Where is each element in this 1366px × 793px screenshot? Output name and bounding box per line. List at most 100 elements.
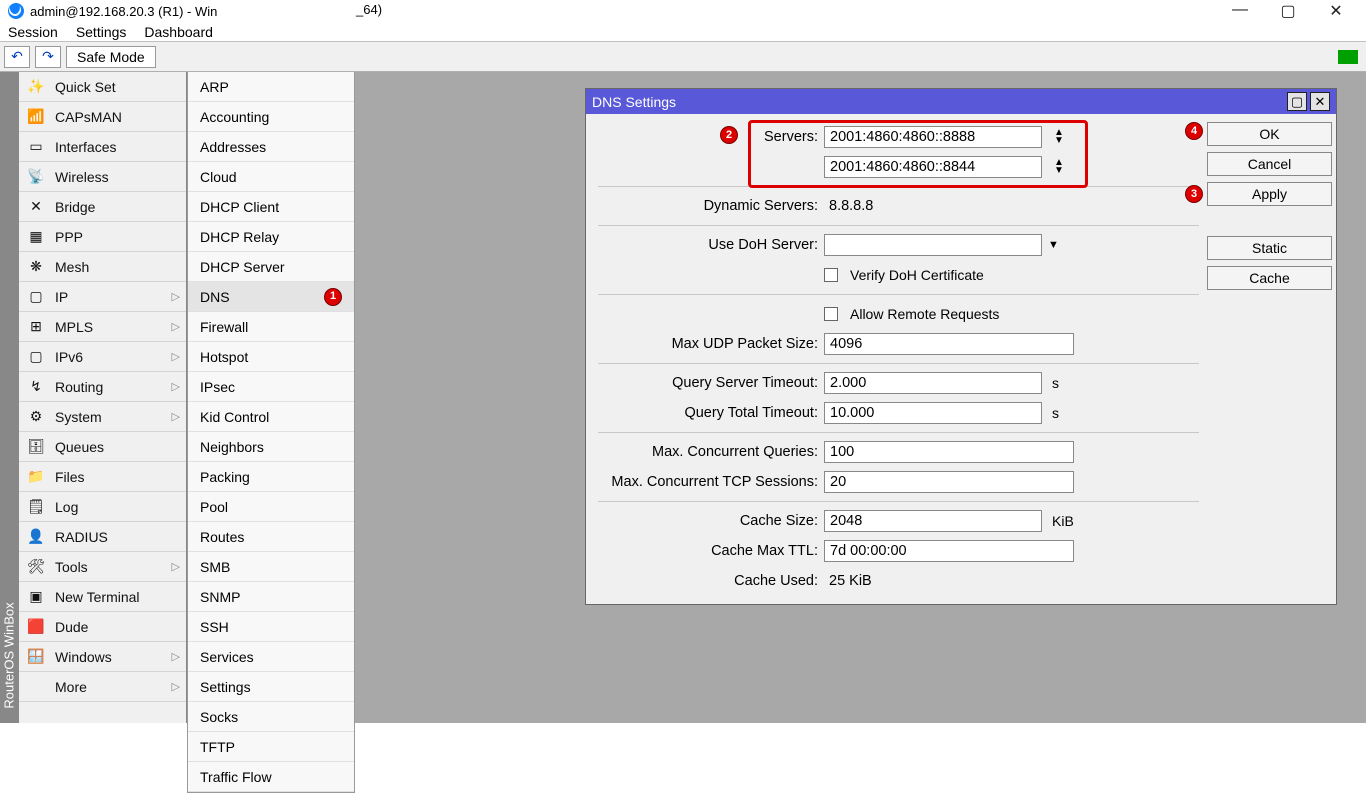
maximize-button[interactable]: ▢ [1276, 1, 1300, 21]
close-button[interactable]: ✕ [1324, 1, 1348, 21]
sidebar-item-bridge[interactable]: ✕Bridge [19, 192, 186, 222]
submenu-item-ssh[interactable]: SSH [188, 612, 354, 642]
sidebar-icon: ▢ [25, 288, 47, 306]
sidebar-item-log[interactable]: 🗒Log [19, 492, 186, 522]
submenu-item-hotspot[interactable]: Hotspot [188, 342, 354, 372]
submenu-item-dhcp-relay[interactable]: DHCP Relay [188, 222, 354, 252]
sidebar-item-label: More [55, 679, 87, 695]
qsrv-label: Query Server Timeout: [598, 375, 818, 391]
sidebar-item-windows[interactable]: 🪟Windows▷ [19, 642, 186, 672]
doh-dropdown-icon[interactable]: ▼ [1048, 239, 1059, 251]
submenu-item-dns[interactable]: DNS1 [188, 282, 354, 312]
sidebar-item-dude[interactable]: 🟥Dude [19, 612, 186, 642]
safe-mode-button[interactable]: Safe Mode [66, 46, 156, 68]
submenu-item-cloud[interactable]: Cloud [188, 162, 354, 192]
submenu-item-label: TFTP [200, 739, 235, 755]
submenu-item-label: Pool [200, 499, 228, 515]
doh-input[interactable] [824, 234, 1042, 256]
apply-button[interactable]: Apply [1207, 182, 1332, 206]
udp-input[interactable] [824, 333, 1074, 355]
dns-titlebar-close-icon[interactable]: ✕ [1310, 92, 1330, 111]
minimize-button[interactable]: — [1228, 1, 1252, 21]
sidebar-item-new-terminal[interactable]: ▣New Terminal [19, 582, 186, 612]
static-button[interactable]: Static [1207, 236, 1332, 260]
submenu-item-dhcp-client[interactable]: DHCP Client [188, 192, 354, 222]
sidebar-item-files[interactable]: 📁Files [19, 462, 186, 492]
sidebar-item-label: Windows [55, 649, 112, 665]
submenu-item-tftp[interactable]: TFTP [188, 732, 354, 762]
mct-input[interactable] [824, 471, 1074, 493]
sidebar-item-label: Routing [55, 379, 103, 395]
menu-dashboard[interactable]: Dashboard [144, 24, 213, 40]
csize-unit: KiB [1052, 513, 1074, 529]
dns-titlebar-minimize-icon[interactable]: ▢ [1287, 92, 1307, 111]
sidebar-item-ppp[interactable]: ▦PPP [19, 222, 186, 252]
submenu-item-packing[interactable]: Packing [188, 462, 354, 492]
qsrv-input[interactable] [824, 372, 1042, 394]
sidebar-item-label: IP [55, 289, 68, 305]
sidebar-item-quick-set[interactable]: ✨Quick Set [19, 72, 186, 102]
submenu-item-services[interactable]: Services [188, 642, 354, 672]
callout-3: 3 [1185, 185, 1203, 203]
sidebar-icon: 🪟 [25, 648, 47, 666]
submenu-item-pool[interactable]: Pool [188, 492, 354, 522]
submenu-item-arp[interactable]: ARP [188, 72, 354, 102]
sidebar-item-queues[interactable]: 🗄Queues [19, 432, 186, 462]
submenu-item-label: SMB [200, 559, 230, 575]
sidebar-item-ip[interactable]: ▢IP▷ [19, 282, 186, 312]
sidebar-item-wireless[interactable]: 📡Wireless [19, 162, 186, 192]
servers-input-1[interactable] [824, 126, 1042, 148]
sidebar-item-system[interactable]: ⚙System▷ [19, 402, 186, 432]
submenu-item-label: Hotspot [200, 349, 248, 365]
ok-button[interactable]: OK [1207, 122, 1332, 146]
cancel-button[interactable]: Cancel [1207, 152, 1332, 176]
servers-spinner-1[interactable]: ▲▼ [1048, 126, 1070, 148]
sidebar-icon: 📶 [25, 108, 47, 126]
menu-settings[interactable]: Settings [76, 24, 127, 40]
submenu-item-dhcp-server[interactable]: DHCP Server [188, 252, 354, 282]
submenu-item-addresses[interactable]: Addresses [188, 132, 354, 162]
connection-status-icon [1338, 50, 1358, 64]
cttl-input[interactable] [824, 540, 1074, 562]
cache-button[interactable]: Cache [1207, 266, 1332, 290]
sidebar-item-routing[interactable]: ↯Routing▷ [19, 372, 186, 402]
cttl-label: Cache Max TTL: [598, 543, 818, 559]
submenu-item-ipsec[interactable]: IPsec [188, 372, 354, 402]
submenu-item-socks[interactable]: Socks [188, 702, 354, 732]
submenu-item-settings[interactable]: Settings [188, 672, 354, 702]
allow-remote-checkbox[interactable] [824, 307, 838, 321]
submenu-item-neighbors[interactable]: Neighbors [188, 432, 354, 462]
submenu-item-label: Traffic Flow [200, 769, 272, 785]
redo-button[interactable]: ↷ [35, 46, 61, 68]
verify-doh-checkbox[interactable] [824, 268, 838, 282]
sidebar-icon: 📁 [25, 468, 47, 486]
sidebar: ✨Quick Set📶CAPsMAN ▭ Interfaces 📡Wireless✕B… [19, 72, 187, 723]
sidebar-item-capsman[interactable]: 📶CAPsMAN [19, 102, 186, 132]
servers-input-2[interactable] [824, 156, 1042, 178]
sidebar-item-label: Interfaces [55, 139, 116, 155]
sidebar-item-interfaces[interactable]: ▭ Interfaces [19, 132, 186, 162]
submenu-item-routes[interactable]: Routes [188, 522, 354, 552]
dns-title-text: DNS Settings [592, 94, 676, 110]
sidebar-item-ipv6[interactable]: ▢IPv6▷ [19, 342, 186, 372]
submenu-item-kid-control[interactable]: Kid Control [188, 402, 354, 432]
menu-session[interactable]: Session [8, 24, 58, 40]
sidebar-icon: ▦ [25, 228, 47, 246]
sidebar-item-radius[interactable]: 👤RADIUS [19, 522, 186, 552]
sidebar-item-tools[interactable]: 🛠Tools▷ [19, 552, 186, 582]
submenu-item-smb[interactable]: SMB [188, 552, 354, 582]
sidebar-icon: ▭ [25, 138, 47, 156]
submenu-item-traffic-flow[interactable]: Traffic Flow [188, 762, 354, 792]
qtot-input[interactable] [824, 402, 1042, 424]
sidebar-item-mesh[interactable]: ❋Mesh [19, 252, 186, 282]
submenu-item-label: ARP [200, 79, 229, 95]
csize-input[interactable] [824, 510, 1042, 532]
undo-button[interactable]: ↶ [4, 46, 30, 68]
sidebar-item-more[interactable]: More▷ [19, 672, 186, 702]
submenu-item-snmp[interactable]: SNMP [188, 582, 354, 612]
mcq-input[interactable] [824, 441, 1074, 463]
submenu-item-accounting[interactable]: Accounting [188, 102, 354, 132]
submenu-item-firewall[interactable]: Firewall [188, 312, 354, 342]
servers-spinner-2[interactable]: ▲▼ [1048, 156, 1070, 178]
sidebar-item-mpls[interactable]: ⊞MPLS▷ [19, 312, 186, 342]
